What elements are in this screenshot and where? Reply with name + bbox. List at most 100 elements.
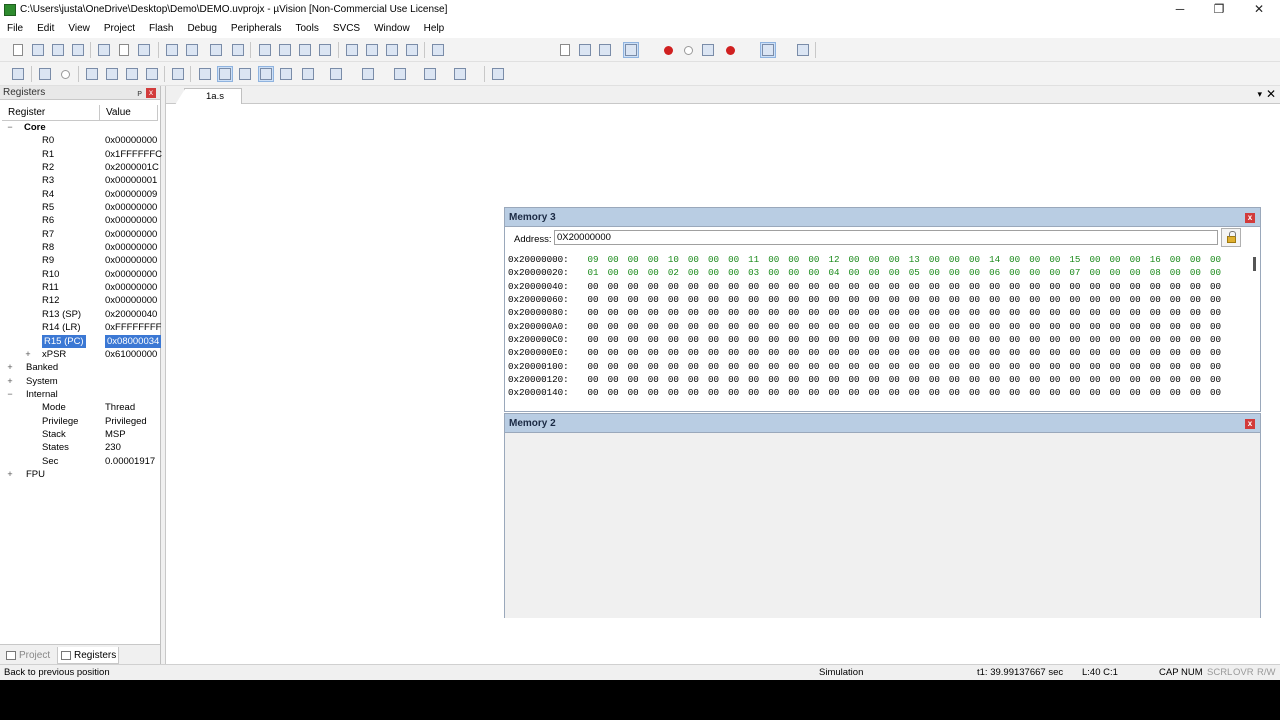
memory-byte[interactable]: 00: [1145, 306, 1165, 319]
register-row-core[interactable]: − Core: [2, 121, 160, 134]
save-all-icon[interactable]: [70, 42, 86, 58]
memory-byte[interactable]: 00: [603, 293, 623, 306]
memory-byte[interactable]: 00: [784, 386, 804, 399]
memory-byte[interactable]: 00: [985, 360, 1005, 373]
memory-byte[interactable]: 00: [944, 280, 964, 293]
memory-byte[interactable]: 00: [1185, 373, 1205, 386]
memory-byte[interactable]: 00: [1045, 333, 1065, 346]
memory-byte[interactable]: 00: [643, 253, 663, 266]
memory-byte[interactable]: 00: [944, 373, 964, 386]
expand-icon[interactable]: +: [6, 376, 14, 385]
memory-byte[interactable]: 00: [844, 373, 864, 386]
register-row-system[interactable]: + System: [2, 375, 160, 388]
memory-byte[interactable]: 00: [663, 293, 683, 306]
memory-byte[interactable]: 00: [1025, 266, 1045, 279]
memory-byte[interactable]: 00: [1185, 400, 1205, 403]
memory-byte[interactable]: 00: [623, 280, 643, 293]
register-row-banked[interactable]: + Banked: [2, 361, 160, 374]
memory-byte[interactable]: 12: [824, 253, 844, 266]
memory-byte[interactable]: 00: [864, 280, 884, 293]
memory-byte[interactable]: 00: [864, 373, 884, 386]
memory-byte[interactable]: 00: [603, 373, 623, 386]
memory-byte[interactable]: 00: [1205, 346, 1225, 359]
memory-byte[interactable]: 00: [1165, 360, 1185, 373]
memory-byte[interactable]: 00: [1145, 333, 1165, 346]
register-row-internal[interactable]: − Internal: [2, 388, 160, 401]
register-row-sec[interactable]: Sec 0.00001917: [2, 455, 160, 468]
memory-byte[interactable]: 08: [1145, 266, 1165, 279]
memory-byte[interactable]: 04: [824, 266, 844, 279]
memory-byte[interactable]: 00: [1125, 400, 1145, 403]
watch-windows-icon[interactable]: [300, 66, 316, 82]
memory-byte[interactable]: 00: [623, 373, 643, 386]
register-value[interactable]: 0x00000000: [105, 268, 157, 281]
register-row-r1[interactable]: R1 0x1FFFFFFC: [2, 148, 162, 161]
serial-windows-icon[interactable]: [360, 66, 376, 82]
memory-byte[interactable]: 00: [844, 293, 864, 306]
memory-byte[interactable]: 00: [703, 266, 723, 279]
memory-byte[interactable]: 00: [784, 320, 804, 333]
memory-byte[interactable]: 00: [724, 293, 744, 306]
memory-byte[interactable]: 00: [623, 320, 643, 333]
memory-byte[interactable]: 00: [1045, 373, 1065, 386]
memory-byte[interactable]: 00: [884, 333, 904, 346]
memory-byte[interactable]: 00: [1105, 386, 1125, 399]
pin-icon[interactable]: ᴘ: [137, 86, 142, 100]
memory-byte[interactable]: 00: [944, 253, 964, 266]
memory-byte[interactable]: 00: [1205, 253, 1225, 266]
memory-byte[interactable]: 00: [764, 373, 784, 386]
memory-byte[interactable]: 00: [1005, 386, 1025, 399]
memory-byte[interactable]: 00: [603, 386, 623, 399]
memory-byte[interactable]: 00: [623, 266, 643, 279]
memory-byte[interactable]: 00: [603, 253, 623, 266]
memory-byte[interactable]: 00: [1185, 253, 1205, 266]
memory-byte[interactable]: 00: [924, 306, 944, 319]
register-row-states[interactable]: States 230: [2, 441, 160, 454]
memory-byte[interactable]: 00: [1025, 373, 1045, 386]
memory-byte[interactable]: 00: [583, 400, 603, 403]
undo-icon[interactable]: [164, 42, 180, 58]
memory-byte[interactable]: 00: [1085, 360, 1105, 373]
memory-byte[interactable]: 00: [744, 280, 764, 293]
close-window-button[interactable]: ✕: [1239, 0, 1279, 19]
register-row-r2[interactable]: R2 0x2000001C: [2, 161, 160, 174]
memory-byte[interactable]: 00: [724, 320, 744, 333]
memory-byte[interactable]: 00: [985, 293, 1005, 306]
register-row-stack[interactable]: Stack MSP: [2, 428, 160, 441]
memory-byte[interactable]: 00: [924, 320, 944, 333]
memory-byte[interactable]: 00: [764, 400, 784, 403]
register-value[interactable]: 0x00000001: [105, 174, 157, 187]
memory-byte[interactable]: 00: [884, 266, 904, 279]
memory-byte[interactable]: 00: [1045, 266, 1065, 279]
memory-byte[interactable]: 00: [1085, 293, 1105, 306]
breakpoint-enable-icon[interactable]: [680, 42, 696, 58]
nav-forward-icon[interactable]: [230, 42, 246, 58]
memory-byte[interactable]: 00: [1025, 320, 1045, 333]
memory-byte[interactable]: 00: [784, 360, 804, 373]
breakpoint-insert-icon[interactable]: [660, 42, 676, 58]
memory-byte[interactable]: 00: [623, 360, 643, 373]
memory-byte[interactable]: 00: [663, 386, 683, 399]
memory-byte[interactable]: 00: [944, 360, 964, 373]
memory-byte[interactable]: 00: [683, 333, 703, 346]
memory-byte[interactable]: 00: [884, 360, 904, 373]
register-row-fpu[interactable]: + FPU: [2, 468, 160, 481]
register-column-header[interactable]: Register: [2, 105, 100, 120]
memory-byte[interactable]: 00: [985, 400, 1005, 403]
memory-byte[interactable]: 00: [884, 293, 904, 306]
memory-byte[interactable]: 00: [864, 400, 884, 403]
memory-byte[interactable]: 00: [744, 293, 764, 306]
menu-tools[interactable]: Tools: [289, 19, 326, 38]
memory-byte[interactable]: 00: [864, 360, 884, 373]
memory-byte[interactable]: 00: [985, 280, 1005, 293]
memory-byte[interactable]: 00: [1105, 400, 1125, 403]
register-value[interactable]: 0x00000000: [105, 241, 157, 254]
memory-byte[interactable]: 00: [804, 280, 824, 293]
register-value[interactable]: 0x00000009: [105, 188, 157, 201]
memory-byte[interactable]: 07: [1065, 266, 1085, 279]
menu-view[interactable]: View: [61, 19, 97, 38]
memory-byte[interactable]: 00: [623, 253, 643, 266]
memory-byte[interactable]: 00: [1105, 253, 1125, 266]
memory-byte[interactable]: 00: [703, 346, 723, 359]
menu-debug[interactable]: Debug: [180, 19, 223, 38]
